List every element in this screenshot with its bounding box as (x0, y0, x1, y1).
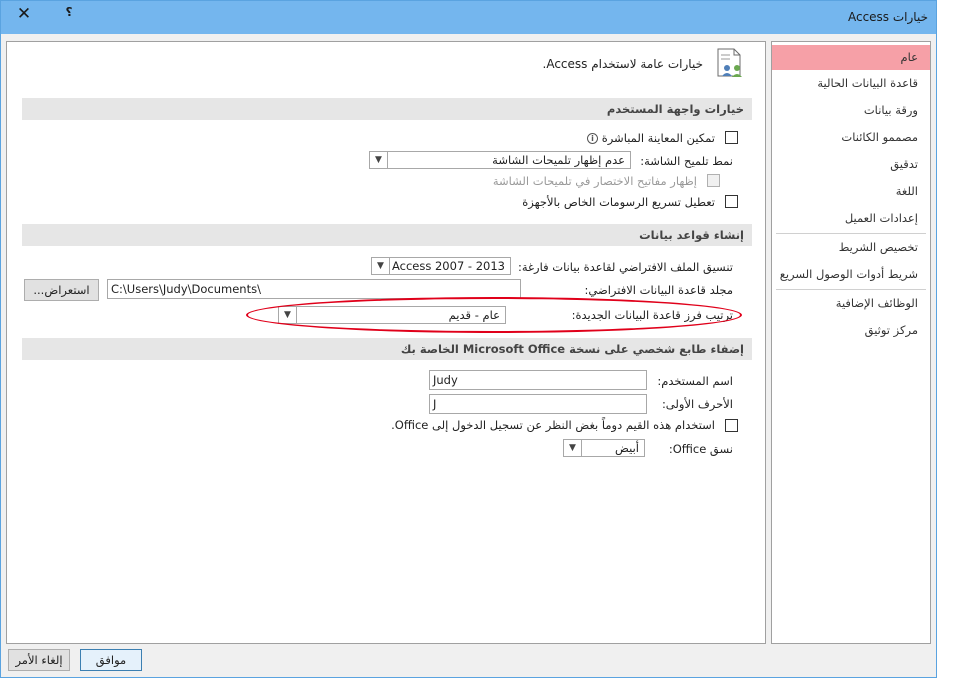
cancel-button[interactable]: إلغاء الأمر (8, 649, 70, 671)
hw-acceleration-label: تعطيل تسريع الرسومات الخاص بالأجهزة (522, 195, 715, 209)
background-margin (937, 0, 960, 678)
username-value: Judy (433, 373, 458, 387)
default-format-value: Access 2007 - 2013 (391, 259, 505, 273)
nav-item-quick-access-toolbar[interactable]: شريط أدوات الوصول السريع (772, 262, 930, 287)
title-bar: خيارات Access ✕ ؟ (1, 1, 936, 34)
always-use-values-checkbox[interactable] (725, 419, 738, 432)
close-icon[interactable]: ✕ (11, 4, 37, 26)
screentip-style-label: نمط تلميح الشاشة: (640, 154, 733, 168)
nav-item-current-database[interactable]: قاعدة البيانات الحالية (772, 71, 930, 96)
nav-item-customize-ribbon[interactable]: تخصيص الشريط (772, 235, 930, 260)
help-icon[interactable]: ؟ (61, 5, 77, 21)
highlight-annotation (246, 297, 742, 333)
shortcut-keys-label: إظهار مفاتيح الاختصار في تلميحات الشاشة (492, 174, 697, 188)
nav-item-proofing[interactable]: تدقيق (772, 152, 930, 177)
browse-button[interactable]: استعراض... (24, 279, 99, 301)
username-label: اسم المستخدم: (657, 374, 733, 388)
live-preview-checkbox[interactable] (725, 131, 738, 144)
general-options-icon (717, 48, 742, 77)
default-folder-value: C:\Users\Judy\Documents\ (111, 282, 261, 296)
nav-item-language[interactable]: اللغة (772, 179, 930, 204)
default-folder-label: مجلد قاعدة البيانات الافتراضي: (584, 283, 733, 297)
default-format-select[interactable]: Access 2007 - 2013 ▼ (371, 257, 511, 275)
initials-label: الأحرف الأولى: (661, 397, 733, 411)
nav-item-client-settings[interactable]: إعدادات العميل (772, 206, 930, 231)
section-create-databases: إنشاء قواعد بيانات (22, 224, 752, 246)
general-options-panel: خيارات عامة لاستخدام Access. خيارات واجه… (6, 41, 766, 644)
section-personalize: إضفاء طابع شخصي على نسخة Microsoft Offic… (22, 338, 752, 360)
screentip-style-value: عدم إظهار تلميحات الشاشة (492, 153, 625, 167)
nav-item-datasheet[interactable]: ورقة بيانات (772, 98, 930, 123)
always-use-values-label: استخدام هذه القيم دوماً بغض النظر عن تسج… (391, 418, 715, 432)
nav-item-general[interactable]: عام (772, 45, 930, 70)
chevron-down-icon: ▼ (564, 440, 582, 456)
nav-divider (776, 233, 926, 234)
default-folder-input[interactable]: C:\Users\Judy\Documents\ (107, 279, 521, 299)
category-nav: عام قاعدة البيانات الحالية ورقة بيانات م… (771, 41, 931, 644)
window-title: خيارات Access (847, 10, 928, 24)
screentip-style-select[interactable]: عدم إظهار تلميحات الشاشة ▼ (369, 151, 631, 169)
nav-divider (776, 289, 926, 290)
initials-input[interactable]: J (429, 394, 647, 414)
office-theme-label: نسق Office: (668, 442, 733, 456)
shortcut-keys-checkbox (707, 174, 720, 187)
chevron-down-icon: ▼ (372, 258, 390, 274)
panel-header-text: خيارات عامة لاستخدام Access. (542, 57, 704, 71)
office-theme-select[interactable]: أبيض ▼ (563, 439, 645, 457)
nav-item-trust-center[interactable]: مركز توثيق (772, 318, 930, 343)
ok-button[interactable]: موافق (80, 649, 142, 671)
info-icon: i (587, 133, 599, 144)
nav-item-add-ins[interactable]: الوظائف الإضافية (772, 291, 930, 316)
options-window: خيارات Access ✕ ؟ عام قاعدة البيانات الح… (0, 0, 937, 678)
live-preview-label: تمكين المعاينة المباشرة i (587, 131, 715, 145)
office-theme-value: أبيض (615, 441, 639, 455)
hw-acceleration-checkbox[interactable] (725, 195, 738, 208)
nav-item-object-designers[interactable]: مصممو الكائنات (772, 125, 930, 150)
initials-value: J (433, 397, 437, 411)
section-ui-options: خيارات واجهة المستخدم (22, 98, 752, 120)
username-input[interactable]: Judy (429, 370, 647, 390)
live-preview-text: تمكين المعاينة المباشرة (601, 131, 715, 145)
default-format-label: تنسيق الملف الافتراضي لقاعدة بيانات فارغ… (517, 260, 733, 274)
chevron-down-icon: ▼ (370, 152, 388, 168)
